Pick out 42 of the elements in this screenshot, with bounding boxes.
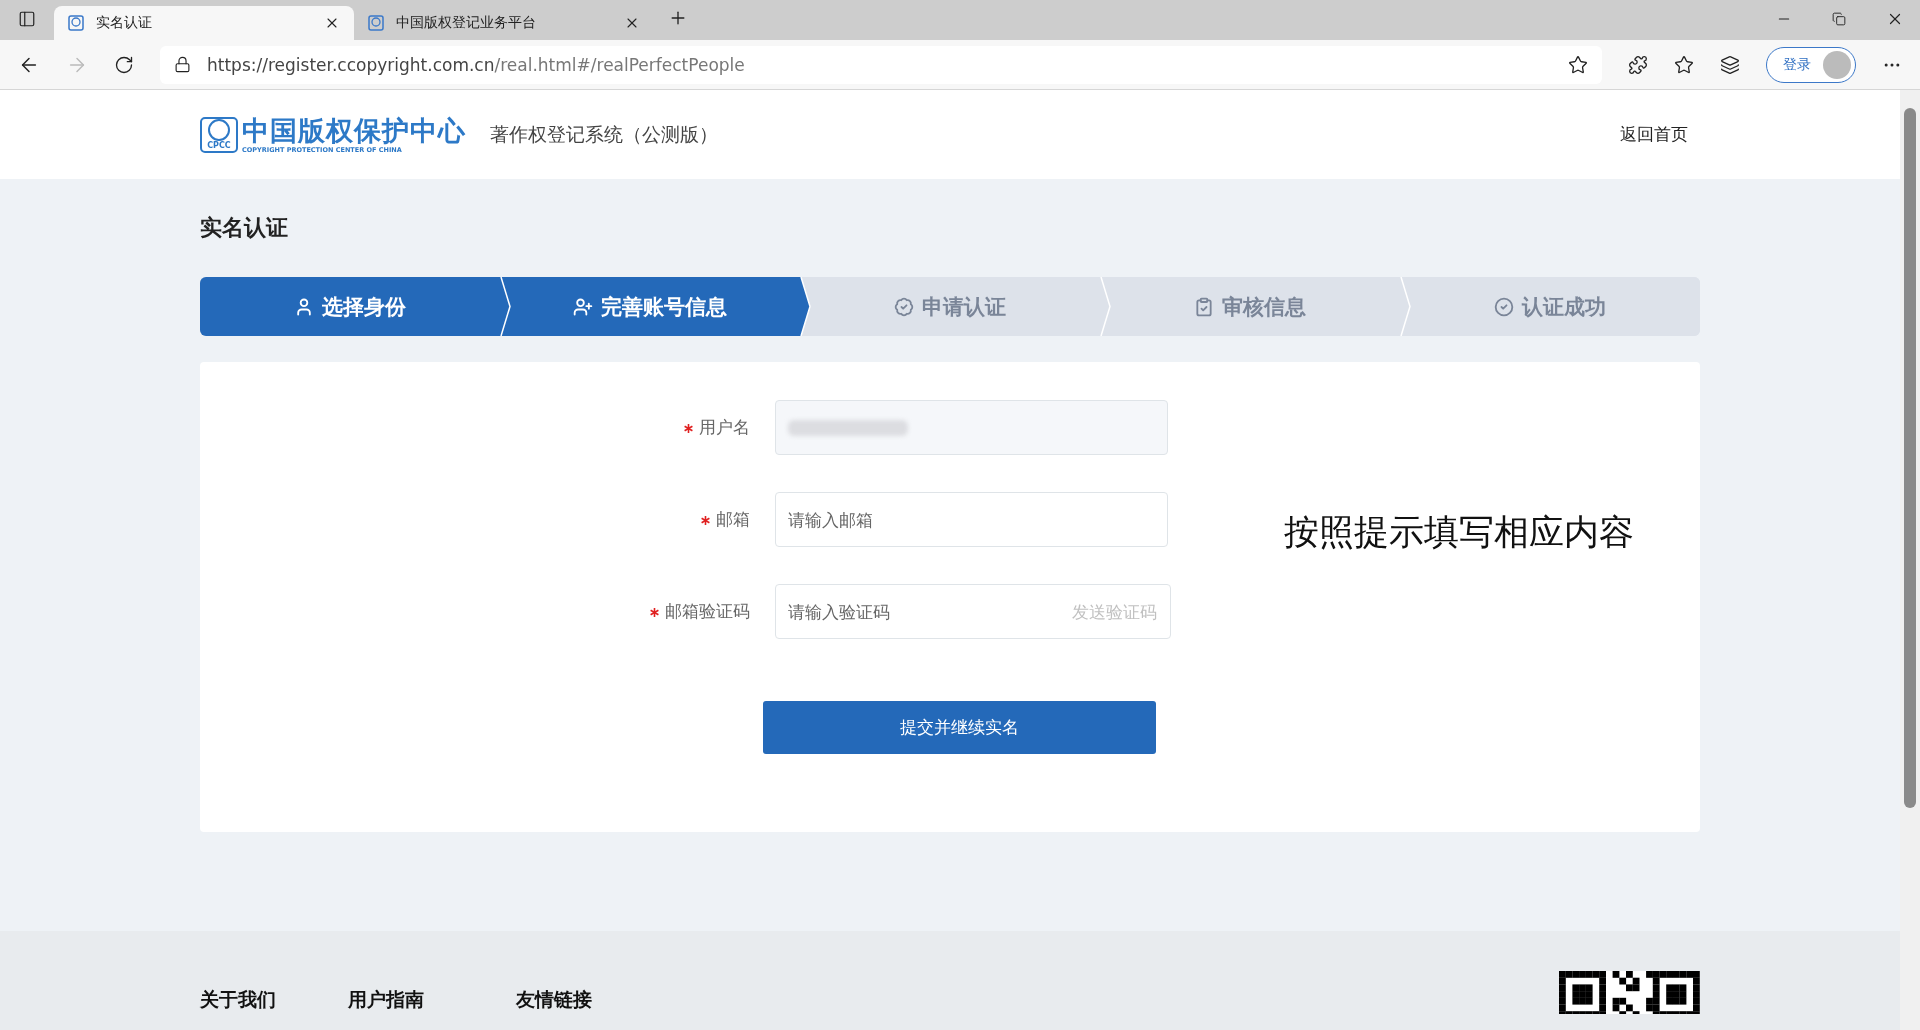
avatar-icon: [1823, 50, 1851, 79]
favorites-icon[interactable]: [1674, 54, 1694, 75]
url-text: https://register.ccopyright.com.cn/real.html#/realPerfectPeople: [207, 54, 746, 75]
footer-link[interactable]: 用户指南: [348, 987, 424, 1013]
browser-tab[interactable]: 中国版权登记业务平台: [354, 6, 654, 40]
lock-icon[interactable]: [174, 56, 191, 73]
submit-button[interactable]: 提交并继续实名: [763, 701, 1156, 754]
footer-link[interactable]: 友情链接: [516, 987, 592, 1013]
field-label: 邮箱: [716, 509, 750, 529]
qr-code-icon: [1559, 971, 1700, 1014]
step-icon: [1494, 296, 1514, 317]
input-field[interactable]: 请输入邮箱: [775, 492, 1168, 547]
step-separator-icon: [798, 277, 811, 336]
scrollbar[interactable]: [1904, 108, 1916, 808]
step-separator-icon: [1098, 277, 1111, 336]
home-link[interactable]: 返回首页: [1620, 123, 1688, 146]
sidebar-icon[interactable]: [18, 10, 36, 28]
step-icon: [894, 296, 914, 317]
sign-in-button[interactable]: 登录: [1766, 46, 1856, 83]
field-label: 邮箱验证码: [665, 601, 750, 621]
reload-icon[interactable]: [114, 54, 134, 75]
step-separator-icon: [1398, 277, 1411, 336]
annotation-text: 按照提示填写相应内容: [1284, 510, 1634, 554]
system-title: 著作权登记系统（公测版）: [490, 121, 719, 147]
step-icon: [1194, 296, 1214, 317]
step-icon: [294, 296, 314, 317]
site-icon: [68, 15, 84, 31]
address-bar[interactable]: https://register.ccopyright.com.cn/real.html#/realPerfectPeople: [160, 45, 1602, 84]
extensions-icon[interactable]: [1628, 54, 1648, 75]
progress-step: 选择身份: [200, 277, 500, 336]
add-favorite-icon[interactable]: [1568, 54, 1588, 75]
browser-tab[interactable]: 实名认证: [54, 6, 354, 40]
footer-link[interactable]: 关于我们: [200, 987, 276, 1013]
logo-icon: CPCC: [200, 116, 238, 153]
field-label: 用户名: [699, 417, 750, 437]
step-icon: [573, 296, 593, 317]
page-title: 实名认证: [200, 214, 289, 242]
site-icon: [368, 15, 384, 31]
logo-name: 中国版权保护中心: [242, 115, 466, 146]
step-separator-icon: [498, 277, 511, 336]
collections-icon[interactable]: [1720, 54, 1740, 75]
restore-icon[interactable]: [1832, 10, 1846, 28]
